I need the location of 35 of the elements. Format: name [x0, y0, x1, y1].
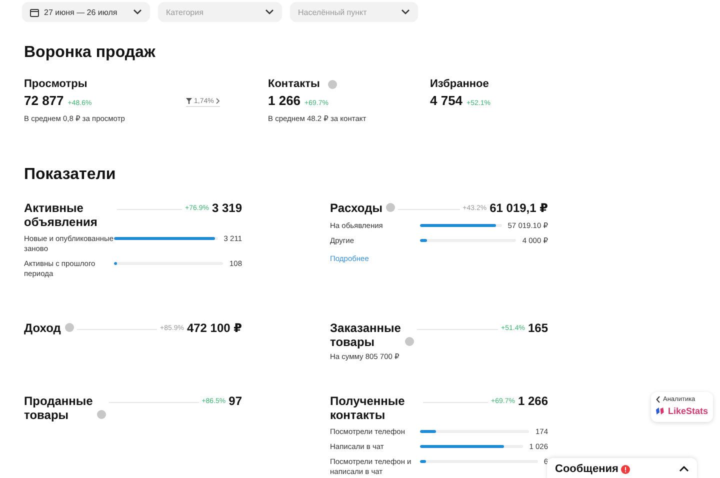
stat-value: 4 754	[430, 93, 463, 108]
stat-value: 1 266	[268, 93, 301, 108]
metric-value: 3 319	[212, 201, 242, 215]
metric-value: 97	[228, 394, 242, 408]
filter-dropdown[interactable]: Категория	[158, 2, 282, 22]
chevron-down-icon	[133, 9, 142, 15]
messages-bar[interactable]: Сообщения	[547, 458, 697, 478]
section-title: Показатели	[24, 165, 117, 185]
brand-name: LikeStats	[668, 406, 708, 416]
stat-value: 72 877	[24, 93, 64, 108]
metric-value: 1 266	[518, 394, 548, 408]
metric-title: Заказанные товары	[330, 321, 401, 349]
metric-title: Полученные контакты	[330, 394, 406, 422]
filter-dropdown[interactable]: Населённый пункт	[290, 2, 418, 22]
chevron-right-icon	[216, 98, 220, 104]
chevron-down-icon	[401, 9, 410, 15]
filter-dropdown[interactable]: 27 июня — 26 июля	[22, 2, 150, 22]
logo-icon	[656, 406, 666, 416]
chevron-up-icon	[679, 466, 689, 472]
stat-label: Избранное	[430, 77, 489, 91]
messages-label: Сообщения	[555, 463, 618, 475]
metric-value: 165	[528, 321, 548, 335]
section-title: Воронка продаж	[24, 43, 156, 63]
calendar-icon	[30, 8, 39, 16]
metric-title: Проданные товары	[24, 394, 93, 422]
metric-title: Расходы	[330, 201, 382, 215]
stat-label: Просмотры	[24, 77, 88, 91]
metric-title: Активные объявления	[24, 201, 98, 229]
metric-value: 61 019,1 ₽	[490, 201, 548, 215]
filter-icon	[186, 98, 192, 104]
metric-value: 472 100 ₽	[186, 321, 242, 335]
chevron-left-icon	[656, 396, 660, 403]
stat-label: Контакты	[268, 77, 320, 91]
metric-title: Доход	[24, 321, 61, 335]
chevron-down-icon	[265, 9, 274, 15]
